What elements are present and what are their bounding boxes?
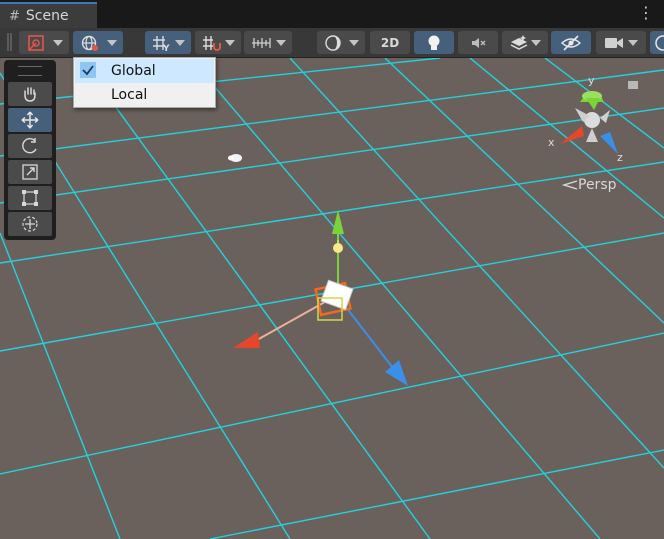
x-axis-handle[interactable] [233,332,260,348]
tab-scene[interactable]: # Scene [0,2,97,28]
perspective-icon [562,180,578,190]
increment-snap-button[interactable] [195,31,241,54]
move-gizmo[interactable] [233,210,408,386]
audio-toggle-button[interactable] [458,31,498,54]
gizmo-z-label: z [617,151,623,164]
lighting-toggle-button[interactable] [414,31,454,54]
chevron-down-icon [276,39,286,46]
effects-layers-icon [510,34,528,50]
pivot-icon [28,34,44,51]
shading-sphere-icon [325,34,341,51]
dropdown-item-global[interactable]: Global [75,59,214,83]
effects-button[interactable] [502,31,548,54]
ruler-icon [252,37,271,48]
chevron-down-icon [225,39,235,46]
z-axis-handle[interactable] [385,360,408,386]
gizmos-button[interactable] [650,31,664,54]
globe-icon [81,35,98,51]
gizmo-y-label: y [588,74,595,87]
grid-y-icon: Y [153,35,170,52]
toggle-2d-label: 2D [380,35,400,50]
chevron-down-icon [53,39,63,46]
y-axis-handle[interactable] [332,210,344,234]
tools-overlay [4,60,56,240]
tool-handle-rotation-button[interactable] [73,31,123,54]
overlay-drag-handle[interactable] [18,66,42,76]
chevron-down-icon [531,39,541,46]
dropdown-item-local[interactable]: Local [75,83,214,107]
scale-icon [22,164,38,180]
scene-render [0,58,664,539]
camera-settings-button[interactable] [596,31,646,54]
projection-label: Persp [578,177,617,193]
eye-slash-icon [560,34,582,51]
rect-tool-button[interactable] [8,186,52,210]
projection-toggle[interactable]: Persp [562,177,617,193]
more-options-icon[interactable]: ⋮ [638,5,654,21]
move-tool-button[interactable] [8,108,52,132]
lightbulb-icon [428,35,440,50]
chevron-down-icon [349,39,359,46]
gizmo-globe-icon [655,34,664,51]
tab-scene-label: Scene [25,8,69,24]
hand-icon [24,87,36,102]
rect-icon [22,190,38,206]
chevron-down-icon [628,39,638,46]
draw-mode-button[interactable] [317,31,365,54]
hand-tool-button[interactable] [8,82,52,106]
gizmo-x-label: x [548,136,555,149]
scale-tool-button[interactable] [8,160,52,184]
dropdown-item-label: Global [111,63,156,79]
dropdown-item-label: Local [111,87,148,103]
lock-icon[interactable] [628,81,638,89]
snap-magnet-icon [203,35,221,51]
chevron-down-icon [175,39,185,46]
tab-bar: # Scene ⋮ [0,0,664,28]
toolbar-grip[interactable] [7,33,12,51]
grid-snap-button[interactable]: Y [145,31,191,54]
audio-mute-icon [472,37,486,48]
scene-toolbar: Y 2D [0,28,664,58]
handle-rotation-dropdown: Global Local [73,57,216,108]
tool-handle-position-button[interactable] [19,31,69,54]
ruler-snap-button[interactable] [244,31,292,54]
checkmark-icon [80,62,96,78]
toggle-2d-button[interactable]: 2D [370,31,410,54]
camera-icon [605,37,623,48]
transform-tool-button[interactable] [8,212,52,236]
orientation-gizmo[interactable] [560,81,638,154]
transform-icon [22,216,38,232]
svg-text:Y: Y [162,44,170,52]
scene-visibility-button[interactable] [551,31,591,54]
rotate-tool-button[interactable] [8,134,52,158]
scene-grid-icon: # [9,8,20,24]
scene-viewport[interactable]: x y z [0,58,664,539]
chevron-down-icon [107,39,117,46]
light-gizmo-icon[interactable] [228,154,242,162]
rotate-icon [22,138,37,154]
move-icon [21,111,39,129]
